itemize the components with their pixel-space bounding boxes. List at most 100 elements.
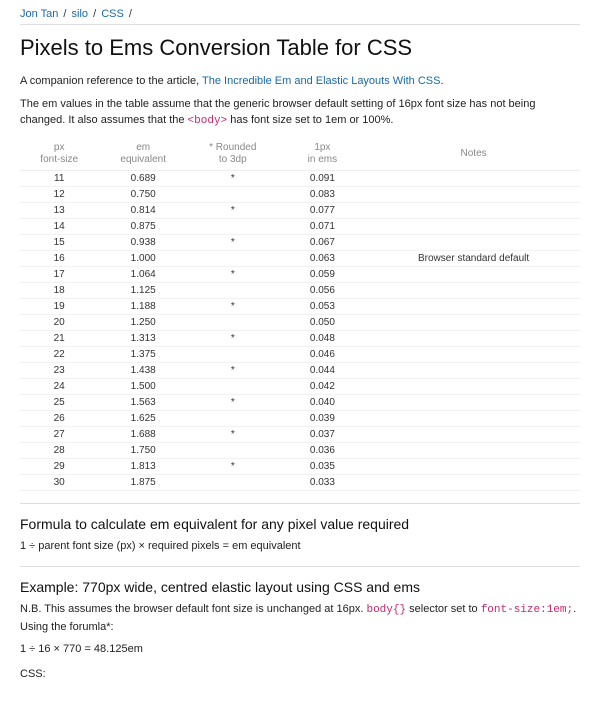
formula-heading: Formula to calculate em equivalent for a… xyxy=(20,516,580,532)
table-cell-em: 1.000 xyxy=(98,250,188,266)
col-header-em: emequivalent xyxy=(98,138,188,171)
table-cell-px: 16 xyxy=(20,250,98,266)
col-header-px: pxfont-size xyxy=(20,138,98,171)
table-cell-notes xyxy=(367,474,580,490)
table-cell-px: 30 xyxy=(20,474,98,490)
example-text: N.B. This assumes the browser default fo… xyxy=(20,603,366,615)
table-cell-px: 25 xyxy=(20,394,98,410)
table-cell-rd: * xyxy=(188,330,278,346)
table-row: 301.875 0.033 xyxy=(20,474,580,490)
table-cell-rd: * xyxy=(188,362,278,378)
divider xyxy=(20,503,580,504)
table-row: 231.438*0.044 xyxy=(20,362,580,378)
table-cell-em: 1.813 xyxy=(98,458,188,474)
table-cell-em: 1.438 xyxy=(98,362,188,378)
table-cell-em: 0.938 xyxy=(98,234,188,250)
table-cell-rd xyxy=(188,218,278,234)
table-cell-onepx: 0.071 xyxy=(278,218,368,234)
table-cell-px: 13 xyxy=(20,202,98,218)
breadcrumb: Jon Tan / silo / CSS / xyxy=(20,8,580,25)
intro-text: A companion reference to the article, xyxy=(20,75,202,87)
table-cell-notes xyxy=(367,218,580,234)
table-cell-notes xyxy=(367,170,580,186)
table-cell-notes xyxy=(367,330,580,346)
table-cell-rd xyxy=(188,186,278,202)
col-header-notes: Notes xyxy=(367,138,580,171)
body-code: <body> xyxy=(188,115,228,127)
table-cell-px: 24 xyxy=(20,378,98,394)
table-cell-onepx: 0.077 xyxy=(278,202,368,218)
table-cell-notes xyxy=(367,394,580,410)
table-cell-px: 23 xyxy=(20,362,98,378)
table-cell-em: 1.375 xyxy=(98,346,188,362)
table-cell-notes xyxy=(367,314,580,330)
table-cell-px: 20 xyxy=(20,314,98,330)
table-cell-onepx: 0.042 xyxy=(278,378,368,394)
page-container: Jon Tan / silo / CSS / Pixels to Ems Con… xyxy=(20,0,580,710)
table-cell-notes xyxy=(367,282,580,298)
table-cell-notes xyxy=(367,362,580,378)
intro-paragraph-2: The em values in the table assume that t… xyxy=(20,96,580,130)
table-row: 171.064*0.059 xyxy=(20,266,580,282)
table-cell-rd: * xyxy=(188,266,278,282)
breadcrumb-sep: / xyxy=(63,8,66,20)
breadcrumb-sep: / xyxy=(129,8,132,20)
table-cell-px: 28 xyxy=(20,442,98,458)
table-cell-rd: * xyxy=(188,202,278,218)
table-cell-em: 0.875 xyxy=(98,218,188,234)
table-cell-rd: * xyxy=(188,298,278,314)
table-row: 140.875 0.071 xyxy=(20,218,580,234)
intro-article-link[interactable]: The Incredible Em and Elastic Layouts Wi… xyxy=(202,75,440,87)
table-cell-px: 14 xyxy=(20,218,98,234)
table-row: 211.313*0.048 xyxy=(20,330,580,346)
table-cell-em: 1.875 xyxy=(98,474,188,490)
table-row: 271.688*0.037 xyxy=(20,426,580,442)
table-cell-onepx: 0.050 xyxy=(278,314,368,330)
css-label: CSS: xyxy=(20,666,580,683)
breadcrumb-link-silo[interactable]: silo xyxy=(72,8,89,20)
col-header-1px: 1pxin ems xyxy=(278,138,368,171)
formula-text: 1 ÷ parent font size (px) × required pix… xyxy=(20,538,580,555)
table-cell-onepx: 0.067 xyxy=(278,234,368,250)
table-cell-em: 1.625 xyxy=(98,410,188,426)
table-row: 161.000 0.063Browser standard default xyxy=(20,250,580,266)
table-cell-onepx: 0.063 xyxy=(278,250,368,266)
table-cell-em: 1.313 xyxy=(98,330,188,346)
breadcrumb-link-css[interactable]: CSS xyxy=(101,8,124,20)
table-row: 291.813*0.035 xyxy=(20,458,580,474)
table-cell-onepx: 0.033 xyxy=(278,474,368,490)
table-cell-onepx: 0.039 xyxy=(278,410,368,426)
table-cell-notes xyxy=(367,378,580,394)
intro-paragraph-1: A companion reference to the article, Th… xyxy=(20,73,580,90)
table-cell-notes: Browser standard default xyxy=(367,250,580,266)
table-header-row: pxfont-size emequivalent * Roundedto 3dp… xyxy=(20,138,580,171)
table-cell-rd: * xyxy=(188,170,278,186)
table-cell-rd xyxy=(188,282,278,298)
table-cell-em: 1.064 xyxy=(98,266,188,282)
table-cell-px: 12 xyxy=(20,186,98,202)
body-selector-code: body{} xyxy=(366,604,406,616)
table-row: 281.7500.036 xyxy=(20,442,580,458)
table-cell-em: 1.125 xyxy=(98,282,188,298)
table-row: 191.188*0.053 xyxy=(20,298,580,314)
example-calc: 1 ÷ 16 × 770 = 48.125em xyxy=(20,641,580,658)
table-row: 251.563*0.040 xyxy=(20,394,580,410)
table-cell-rd: * xyxy=(188,394,278,410)
table-cell-onepx: 0.091 xyxy=(278,170,368,186)
conversion-table: pxfont-size emequivalent * Roundedto 3dp… xyxy=(20,138,580,491)
breadcrumb-link-jon-tan[interactable]: Jon Tan xyxy=(20,8,58,20)
table-cell-em: 1.688 xyxy=(98,426,188,442)
table-cell-onepx: 0.035 xyxy=(278,458,368,474)
table-cell-px: 26 xyxy=(20,410,98,426)
table-cell-onepx: 0.053 xyxy=(278,298,368,314)
table-cell-em: 1.188 xyxy=(98,298,188,314)
table-cell-onepx: 0.044 xyxy=(278,362,368,378)
table-cell-rd xyxy=(188,410,278,426)
table-cell-notes xyxy=(367,410,580,426)
example-nb: N.B. This assumes the browser default fo… xyxy=(20,601,580,635)
table-cell-em: 1.250 xyxy=(98,314,188,330)
table-cell-onepx: 0.040 xyxy=(278,394,368,410)
table-cell-rd xyxy=(188,346,278,362)
table-row: 261.625 0.039 xyxy=(20,410,580,426)
table-cell-px: 15 xyxy=(20,234,98,250)
